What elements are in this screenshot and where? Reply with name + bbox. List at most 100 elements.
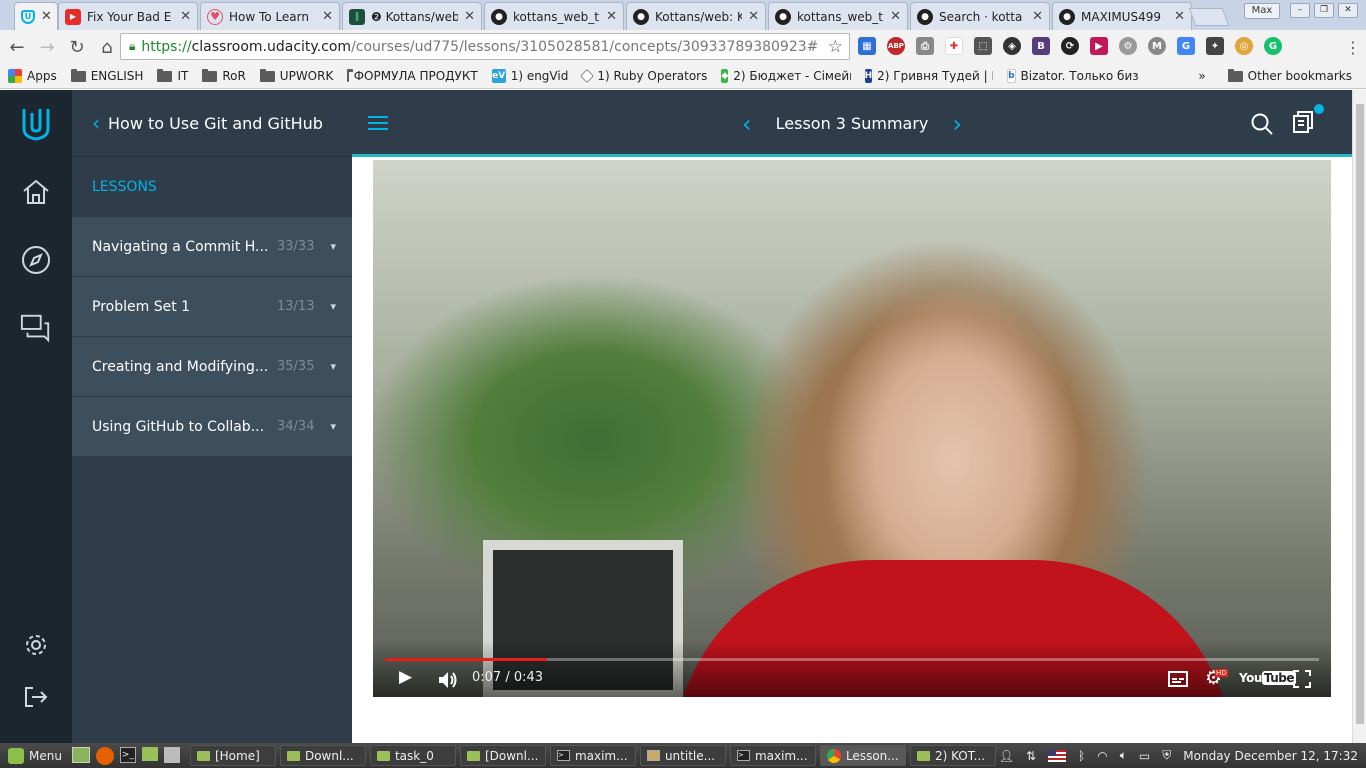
- tab-2[interactable]: ♥ How To Learn ✕: [200, 2, 340, 30]
- calendar-extension-icon[interactable]: ▦: [858, 37, 876, 55]
- bookmark-star-icon[interactable]: ☆: [828, 37, 843, 57]
- plus-extension-icon[interactable]: ✚: [945, 37, 963, 55]
- taskbar-item[interactable]: [Downl...: [459, 745, 546, 766]
- start-menu-button[interactable]: Menu: [2, 745, 68, 766]
- tab-3[interactable]: ‖ ❷ Kottans/web ✕: [342, 2, 482, 30]
- chevron-down-icon[interactable]: ▾: [330, 300, 336, 313]
- lesson-item[interactable]: Navigating a Commit H... 33/33 ▾: [72, 217, 352, 277]
- video-player[interactable]: ▶ 0:07 / 0:43 ⚙HD You Tube: [373, 160, 1331, 697]
- m-extension-icon[interactable]: M: [1148, 37, 1166, 55]
- reload-icon[interactable]: ↻: [64, 34, 90, 60]
- close-tab-icon[interactable]: ✕: [748, 9, 759, 24]
- media-extension-icon[interactable]: ▶: [1090, 37, 1108, 55]
- shield-extension-icon[interactable]: ◈: [1003, 37, 1021, 55]
- tab-5[interactable]: ● Kottans/web: K ✕: [626, 2, 766, 30]
- taskbar-item[interactable]: > maxim...: [549, 745, 636, 766]
- tab-7[interactable]: ● Search · kotta ✕: [910, 2, 1050, 30]
- show-desktop-icon[interactable]: [71, 746, 90, 763]
- battery-icon[interactable]: ▭: [1139, 749, 1150, 763]
- tab-6[interactable]: ● kottans_web_t ✕: [768, 2, 908, 30]
- user-icon[interactable]: 👤︎: [999, 749, 1014, 763]
- bookmark-folder-upwork[interactable]: UPWORK: [259, 68, 333, 83]
- youtube-logo-icon[interactable]: You Tube: [1239, 671, 1297, 685]
- taskbar-item[interactable]: 2) KOT...: [909, 745, 996, 766]
- chevron-down-icon[interactable]: ▾: [330, 420, 336, 433]
- hamburger-menu-icon[interactable]: [368, 116, 388, 130]
- other-bookmarks[interactable]: Other bookmarks: [1227, 68, 1352, 83]
- bookmark-engvid[interactable]: eV 1) engVid: [491, 69, 568, 83]
- play-icon[interactable]: ▶: [399, 667, 412, 687]
- bookmark-bizator[interactable]: b Bizator. Только бизн: [1007, 69, 1138, 83]
- terminal-icon[interactable]: >_: [119, 746, 136, 763]
- gear-extension-icon[interactable]: ⚙: [1119, 37, 1137, 55]
- owl-extension-icon[interactable]: ◎: [1235, 37, 1253, 55]
- back-arrow-icon[interactable]: ←: [4, 34, 30, 60]
- scrollbar-thumb[interactable]: [1356, 104, 1364, 724]
- home-icon[interactable]: [20, 176, 52, 208]
- chevron-down-icon[interactable]: ▾: [330, 240, 336, 253]
- bookmark-folder-ror[interactable]: RoR: [202, 68, 246, 83]
- firefox-icon[interactable]: [95, 746, 114, 765]
- close-tab-icon[interactable]: ✕: [180, 9, 191, 24]
- chrome-menu-icon[interactable]: ⋮: [1345, 38, 1361, 57]
- calculator-icon[interactable]: [163, 746, 180, 763]
- bookmark-budget[interactable]: ◆ 2) Бюджет - Сімейн: [721, 69, 851, 83]
- taskbar-item[interactable]: task_0: [369, 745, 456, 766]
- network-wired-icon[interactable]: ⇅: [1026, 749, 1036, 763]
- lesson-item[interactable]: Problem Set 1 13/13 ▾: [72, 277, 352, 337]
- bookmark-folder-formula[interactable]: ФОРМУЛА ПРОДУКТ: [347, 69, 478, 83]
- minimize-window-icon[interactable]: –: [1290, 3, 1310, 18]
- fullscreen-icon[interactable]: [1293, 670, 1311, 688]
- address-bar[interactable]: 🔒︎ https://classroom.udacity.com/courses…: [120, 33, 850, 60]
- printer-extension-icon[interactable]: ⎙: [916, 37, 934, 55]
- taskbar-item[interactable]: untitle...: [639, 745, 726, 766]
- files-icon[interactable]: [141, 746, 158, 761]
- captions-icon[interactable]: [1168, 671, 1188, 687]
- volume-tray-icon[interactable]: 🔈︎: [1120, 748, 1127, 763]
- volume-icon[interactable]: [437, 670, 459, 690]
- taskbar-item[interactable]: > maxim...: [729, 745, 816, 766]
- tab-1[interactable]: ▶ Fix Your Bad E ✕: [58, 2, 198, 30]
- restore-window-icon[interactable]: ❐: [1314, 3, 1334, 18]
- video-progress-bar[interactable]: [385, 658, 1319, 661]
- bookmarks-overflow-button[interactable]: »: [1198, 69, 1205, 83]
- lesson-item[interactable]: Using GitHub to Collab... 34/34 ▾: [72, 397, 352, 457]
- shield-update-icon[interactable]: ⛨: [1162, 748, 1171, 763]
- close-tab-icon[interactable]: ✕: [1174, 9, 1185, 24]
- bookmark-folder-english[interactable]: ENGLISH: [70, 68, 143, 83]
- us-flag-icon[interactable]: [1048, 749, 1067, 762]
- bootstrap-extension-icon[interactable]: B: [1032, 37, 1050, 55]
- lesson-item[interactable]: Creating and Modifying... 35/35 ▾: [72, 337, 352, 397]
- close-tab-icon[interactable]: ✕: [322, 9, 333, 24]
- forward-arrow-icon[interactable]: →: [34, 34, 60, 60]
- bulb-extension-icon[interactable]: ✦: [1206, 37, 1224, 55]
- udacity-logo-icon[interactable]: [20, 108, 52, 141]
- close-tab-icon[interactable]: ✕: [41, 9, 52, 24]
- tab-udacity[interactable]: U ✕: [14, 2, 58, 30]
- tab-8[interactable]: ● MAXIMUS499 ✕: [1052, 2, 1192, 30]
- chevron-right-icon[interactable]: ›: [952, 110, 962, 138]
- sync-extension-icon[interactable]: ⟳: [1061, 37, 1079, 55]
- wifi-icon[interactable]: ◠: [1097, 749, 1107, 763]
- new-tab-button[interactable]: [1188, 8, 1230, 26]
- course-back-link[interactable]: ‹ How to Use Git and GitHub: [72, 90, 352, 157]
- grid-extension-icon[interactable]: ⬚: [974, 37, 992, 55]
- settings-gear-icon[interactable]: [20, 629, 52, 661]
- translate-extension-icon[interactable]: G: [1177, 37, 1195, 55]
- settings-hd-icon[interactable]: ⚙HD: [1205, 667, 1235, 689]
- search-icon[interactable]: [1250, 112, 1274, 136]
- taskbar-item[interactable]: Downl...: [279, 745, 366, 766]
- bookmark-ruby-operators[interactable]: 1) Ruby Operators: [580, 68, 707, 84]
- bookmark-folder-it[interactable]: IT: [157, 68, 188, 83]
- tab-4[interactable]: ● kottans_web_t ✕: [484, 2, 624, 30]
- close-tab-icon[interactable]: ✕: [890, 9, 901, 24]
- home-icon[interactable]: ⌂: [94, 34, 120, 60]
- logout-icon[interactable]: [20, 681, 52, 713]
- close-tab-icon[interactable]: ✕: [606, 9, 617, 24]
- grammarly-extension-icon[interactable]: G: [1264, 37, 1282, 55]
- chevron-left-icon[interactable]: ‹: [742, 110, 752, 138]
- compass-icon[interactable]: [20, 244, 52, 276]
- profile-button[interactable]: Max: [1244, 3, 1280, 19]
- clock[interactable]: Monday December 12, 17:32: [1183, 749, 1358, 763]
- close-window-icon[interactable]: ✕: [1338, 3, 1358, 18]
